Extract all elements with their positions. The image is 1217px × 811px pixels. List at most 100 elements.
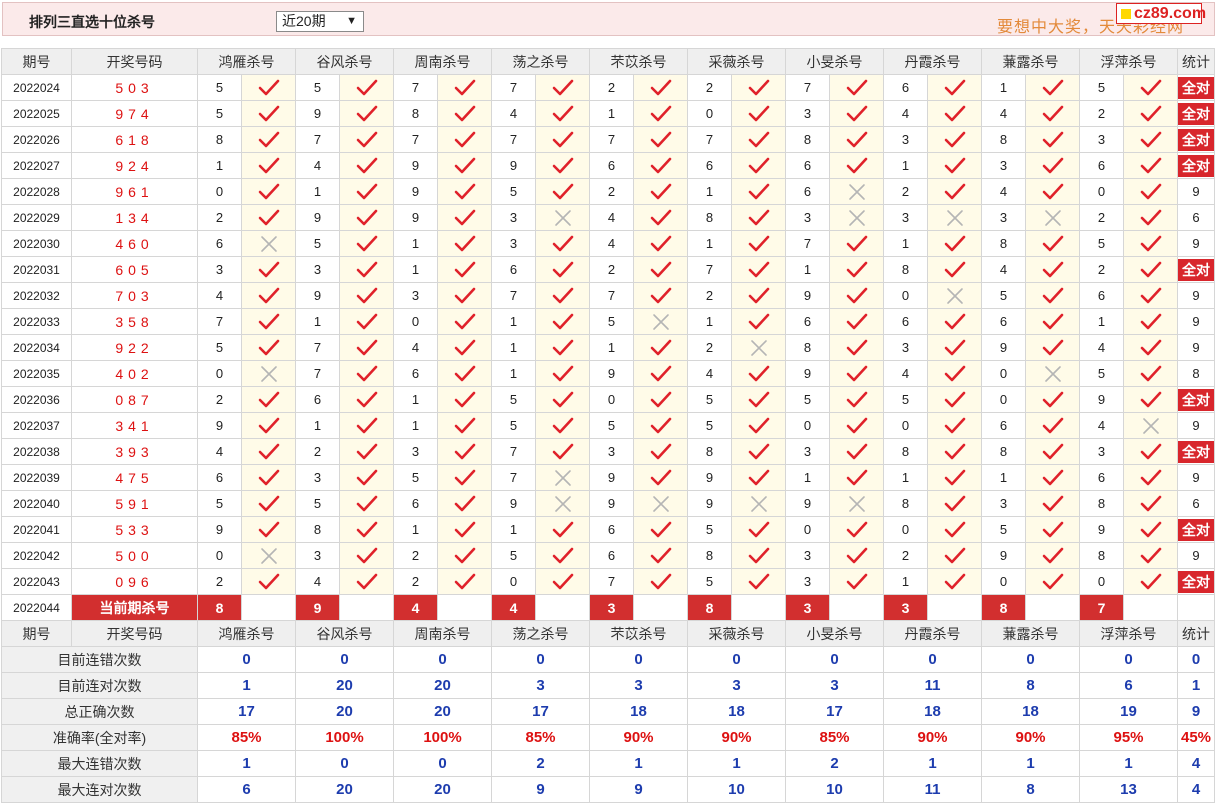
check-icon: [1042, 521, 1063, 537]
hit-mark-cell: [1123, 308, 1178, 335]
check-icon: [846, 313, 867, 329]
column-header-expert[interactable]: 丹霞杀号: [883, 48, 982, 75]
hit-mark-cell: [339, 282, 394, 309]
column-header-expert[interactable]: 浮萍杀号: [1079, 48, 1178, 75]
column-header-expert[interactable]: 荡之杀号: [491, 620, 590, 647]
kill-number-cell: 8: [1079, 490, 1124, 517]
all-correct-badge: 全对: [1178, 154, 1214, 177]
hit-mark-cell: [829, 230, 884, 257]
summary-value: 20: [393, 672, 492, 699]
kill-number-cell: 1: [393, 412, 438, 439]
hit-mark-cell: [633, 126, 688, 153]
hit-mark-cell: [1025, 542, 1080, 569]
miss-mark-cell: [535, 464, 590, 491]
column-header-expert[interactable]: 周南杀号: [393, 48, 492, 75]
miss-mark-cell: [1025, 360, 1080, 387]
check-icon: [552, 339, 573, 355]
summary-value: 90%: [981, 724, 1080, 751]
hit-mark-cell: [535, 178, 590, 205]
hit-mark-cell: [1123, 464, 1178, 491]
current-kill-number: 7: [1079, 594, 1124, 621]
hit-mark-cell: [1025, 152, 1080, 179]
column-header-stat: 统计: [1177, 48, 1215, 75]
hit-mark-cell: [339, 412, 394, 439]
period-cell: 2022034: [1, 334, 72, 361]
column-header-expert[interactable]: 谷风杀号: [295, 620, 394, 647]
column-header-expert[interactable]: 周南杀号: [393, 620, 492, 647]
column-header-expert[interactable]: 鸿雁杀号: [197, 48, 296, 75]
column-header-expert[interactable]: 蒹露杀号: [981, 48, 1080, 75]
summary-label: 准确率(全对率): [1, 724, 198, 751]
kill-number-cell: 6: [981, 412, 1026, 439]
check-icon: [258, 339, 279, 355]
column-header-expert[interactable]: 浮萍杀号: [1079, 620, 1178, 647]
hit-mark-cell: [829, 542, 884, 569]
logo-text: cz89.com: [1134, 5, 1207, 22]
hit-mark-cell: [535, 412, 590, 439]
hit-mark-cell: [731, 152, 786, 179]
period-cell: 2022032: [1, 282, 72, 309]
kill-number-cell: 0: [1079, 568, 1124, 595]
check-icon: [356, 183, 377, 199]
draw-number-cell: 591: [71, 490, 198, 517]
hit-mark-cell: [927, 438, 982, 465]
kill-number-cell: 6: [981, 308, 1026, 335]
column-header-expert[interactable]: 小旻杀号: [785, 48, 884, 75]
site-logo[interactable]: cz89.com: [1116, 3, 1206, 24]
hit-mark-cell: [437, 178, 492, 205]
check-icon: [258, 495, 279, 511]
column-header-expert[interactable]: 荡之杀号: [491, 48, 590, 75]
table-row: 2022041 533 9 8 1 1 6 5 0 0 5 9 全对: [1, 516, 1215, 543]
summary-value: 10: [687, 776, 786, 803]
hit-mark-cell: [535, 100, 590, 127]
check-icon: [356, 521, 377, 537]
summary-value: 6: [197, 776, 296, 803]
kill-number-cell: 6: [393, 490, 438, 517]
draw-number-cell: 393: [71, 438, 198, 465]
kill-number-cell: 8: [197, 126, 242, 153]
column-header-expert[interactable]: 芣苡杀号: [589, 48, 688, 75]
summary-value: 10: [785, 776, 884, 803]
hit-mark-cell: [731, 386, 786, 413]
column-header-expert[interactable]: 谷风杀号: [295, 48, 394, 75]
kill-number-cell: 0: [589, 386, 634, 413]
kill-number-cell: 6: [1079, 464, 1124, 491]
hit-mark-cell: [633, 386, 688, 413]
summary-row: 总正确次数 17 20 20 17 18 18 17 18 18 19 9: [1, 698, 1215, 725]
column-header-expert[interactable]: 鸿雁杀号: [197, 620, 296, 647]
column-header-expert[interactable]: 丹霞杀号: [883, 620, 982, 647]
hit-mark-cell: [535, 230, 590, 257]
hit-mark-cell: [1123, 360, 1178, 387]
period-cell: 2022042: [1, 542, 72, 569]
summary-value: 85%: [197, 724, 296, 751]
column-header-expert[interactable]: 采薇杀号: [687, 48, 786, 75]
kill-number-cell: 3: [295, 542, 340, 569]
column-header-expert[interactable]: 小旻杀号: [785, 620, 884, 647]
hit-mark-cell: [927, 490, 982, 517]
column-header-expert[interactable]: 芣苡杀号: [589, 620, 688, 647]
miss-mark-cell: [633, 308, 688, 335]
hit-mark-cell: [437, 542, 492, 569]
current-kill-number: 4: [393, 594, 438, 621]
period-range-select[interactable]: 近20期 ▼: [276, 11, 364, 32]
column-header-expert[interactable]: 采薇杀号: [687, 620, 786, 647]
hit-mark-cell: [731, 438, 786, 465]
column-header-expert[interactable]: 蒹露杀号: [981, 620, 1080, 647]
check-icon: [748, 209, 769, 225]
summary-value: 11: [883, 776, 982, 803]
summary-value: 20: [295, 672, 394, 699]
check-icon: [846, 469, 867, 485]
logo-square-icon: [1121, 9, 1131, 19]
summary-value: 18: [687, 698, 786, 725]
stat-cell: 全对: [1177, 438, 1215, 465]
check-icon: [650, 209, 671, 225]
summary-value: 3: [687, 672, 786, 699]
kill-number-cell: 3: [491, 230, 536, 257]
summary-value: 3: [785, 672, 884, 699]
hit-mark-cell: [829, 100, 884, 127]
draw-number-cell: 096: [71, 568, 198, 595]
check-icon: [552, 287, 573, 303]
kill-number-cell: 9: [589, 490, 634, 517]
kill-number-cell: 7: [491, 282, 536, 309]
check-icon: [650, 469, 671, 485]
